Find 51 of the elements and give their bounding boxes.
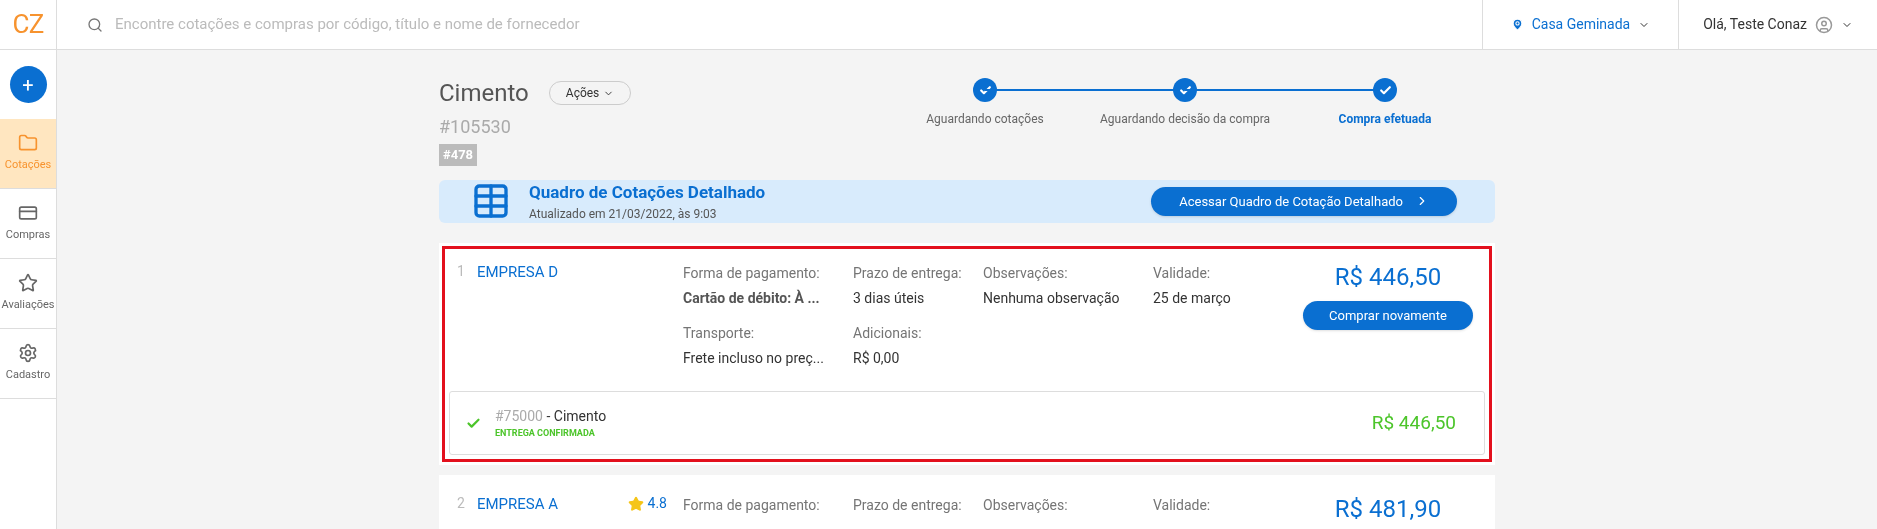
field-label: Prazo de entrega: bbox=[853, 264, 963, 283]
step-label: Compra efetuada bbox=[1338, 111, 1432, 128]
row-number: 2 bbox=[457, 494, 465, 513]
buy-again-button[interactable]: Comprar novamente bbox=[1303, 301, 1473, 330]
field-label: Observações: bbox=[983, 496, 1069, 515]
open-board-button[interactable]: Acessar Quadro de Cotação Detalhado bbox=[1151, 186, 1457, 216]
sidebar-item[interactable]: Avaliações bbox=[0, 259, 56, 329]
field-value: Frete incluso no preç... bbox=[683, 349, 825, 368]
field-label: Forma de pagamento: bbox=[683, 496, 821, 515]
quote-price: R$ 481,90 bbox=[1334, 494, 1442, 525]
quote-number: #105530 bbox=[439, 115, 512, 139]
search-icon bbox=[87, 16, 103, 33]
tag: #478 bbox=[439, 144, 478, 166]
field-label: Transporte: bbox=[683, 324, 756, 343]
page-title: Cimento bbox=[439, 78, 529, 109]
field-label: Forma de pagamento: bbox=[683, 264, 821, 283]
search-field[interactable]: Encontre cotações e compras por código, título e nome de fornecedor bbox=[115, 13, 1482, 36]
row-number: 1 bbox=[457, 262, 465, 281]
item-price: R$ 446,50 bbox=[1371, 409, 1456, 436]
field-label: Adicionais: bbox=[853, 324, 923, 343]
step-label: Aguardando decisão da compra bbox=[1099, 111, 1271, 128]
pin-icon bbox=[1510, 18, 1524, 31]
banner-title: Quadro de Cotações Detalhado bbox=[529, 180, 766, 204]
supplier-name[interactable]: EMPRESA D bbox=[476, 261, 558, 284]
supplier-name[interactable]: EMPRESA A bbox=[476, 493, 558, 516]
user-menu[interactable]: Olá, Teste Conaz bbox=[1678, 0, 1877, 49]
star-icon bbox=[18, 273, 38, 294]
field-value: R$ 0,00 bbox=[853, 349, 901, 368]
field-value: 3 dias úteis bbox=[853, 289, 926, 308]
sidebar-item[interactable]: Cadastro bbox=[0, 329, 56, 399]
sidebar-item[interactable]: Compras bbox=[0, 189, 56, 259]
settings-icon bbox=[18, 343, 38, 364]
field-label: Validade: bbox=[1153, 264, 1212, 283]
delivery-status: ENTREGA CONFIRMADA bbox=[495, 426, 596, 440]
item-title: #75000 - Cimento bbox=[495, 406, 607, 426]
quote-price: R$ 446,50 bbox=[1334, 262, 1442, 293]
rating: 4.8 bbox=[647, 494, 667, 513]
step-label: Aguardando cotações bbox=[926, 111, 1044, 128]
field-value: Cartão de débito: À ... bbox=[683, 288, 821, 308]
logo: CZ bbox=[12, 8, 44, 41]
field-value: 25 de março bbox=[1153, 289, 1232, 308]
field-label: Validade: bbox=[1153, 496, 1212, 515]
avatar-icon bbox=[1815, 15, 1833, 34]
star-icon bbox=[627, 495, 644, 512]
field-value: Nenhuma observação bbox=[983, 289, 1121, 308]
location-dropdown[interactable]: Casa Geminada bbox=[1481, 0, 1679, 49]
folder-icon bbox=[18, 133, 38, 154]
field-label: Observações: bbox=[983, 264, 1069, 283]
banner-subtitle: Atualizado em 21/03/2022, às 9:03 bbox=[529, 206, 718, 223]
field-label: Prazo de entrega: bbox=[853, 496, 963, 515]
add-button[interactable]: + bbox=[9, 66, 47, 103]
